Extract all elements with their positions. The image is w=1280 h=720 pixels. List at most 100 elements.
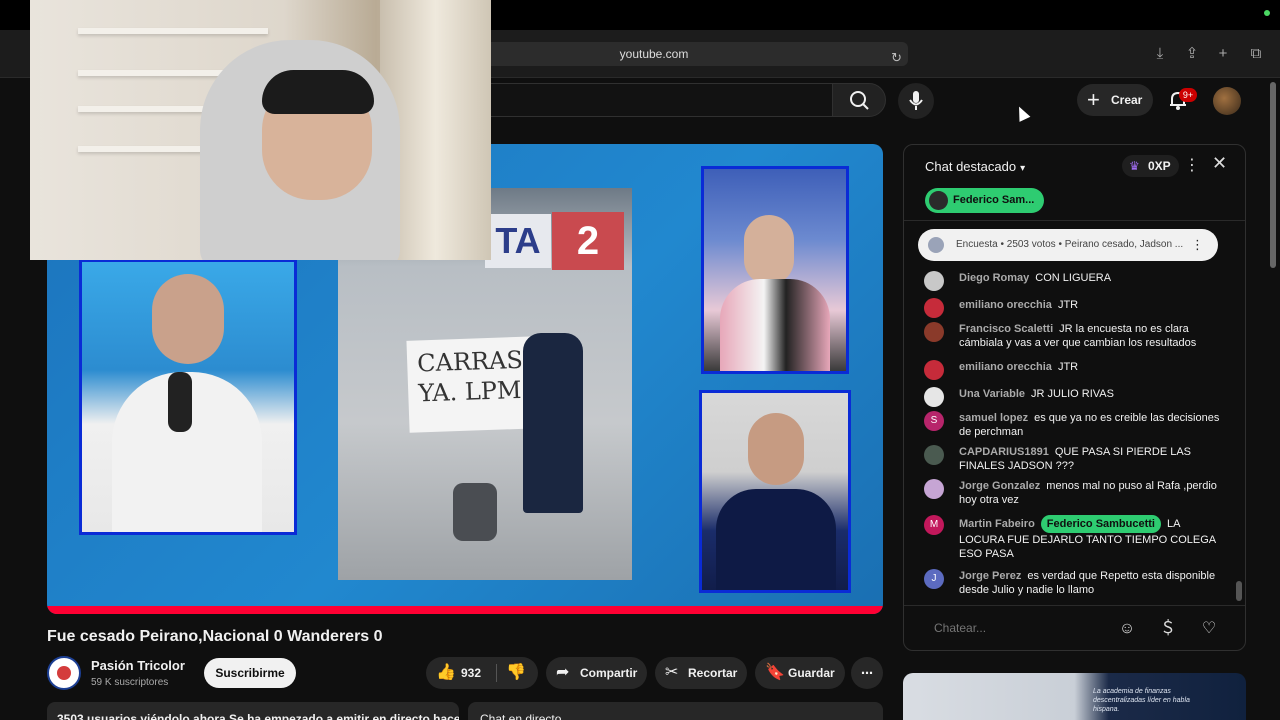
account-avatar[interactable] (1213, 87, 1241, 115)
shelf (78, 28, 268, 34)
description-teaser[interactable]: 3503 usuarios viéndolo ahora Se ha empez… (47, 702, 459, 720)
guest-1-body (720, 279, 830, 371)
streamer-hair (262, 70, 374, 114)
pinned-donor-chip[interactable]: Federico Sam... (925, 188, 1045, 213)
donor-name: Federico Sam... (953, 194, 1035, 206)
like-icon[interactable]: 👍 (436, 657, 456, 689)
donor-avatar (929, 191, 948, 210)
stand-sign-number: 2 (552, 212, 624, 270)
emoji-icon[interactable]: ☺ (1116, 618, 1138, 640)
url-text: youtube.com (619, 47, 689, 61)
share-button[interactable]: ➦ Compartir (546, 657, 647, 689)
share-arrow-icon: ➦ (556, 664, 570, 681)
chat-avatar (924, 271, 944, 291)
poll-menu-icon[interactable]: ⋮ (1191, 229, 1204, 261)
like-count[interactable]: 932 (461, 666, 481, 680)
chat-mode-selector[interactable]: Chat destacado ▾ (925, 159, 1025, 174)
chat-title: Chat destacado (925, 159, 1017, 174)
person-silhouette (523, 333, 583, 513)
studio-mic-icon (168, 372, 192, 432)
chat-author[interactable]: Una Variable (959, 388, 1025, 400)
search-icon (850, 91, 869, 110)
xp-value: 0XP (1148, 159, 1171, 173)
backpack (453, 483, 497, 541)
stand-sign-letters: TA (485, 214, 551, 268)
chat-avatar: M (924, 515, 944, 535)
subscribe-button[interactable]: Suscribirme (204, 658, 296, 688)
scissors-icon: ✂ (665, 664, 679, 681)
mic-icon (909, 91, 923, 110)
reload-icon[interactable]: ↻ (891, 46, 902, 70)
chat-author[interactable]: emiliano orecchia (959, 361, 1052, 373)
chat-menu-icon[interactable]: ⋮ (1184, 155, 1200, 175)
chat-author[interactable]: CAPDARIUS1891 (959, 446, 1049, 458)
search-button[interactable] (832, 83, 886, 117)
chat-message: Una Variable JR JULIO RIVAS (924, 387, 1224, 407)
more-actions-button[interactable]: ⋯ (851, 657, 883, 689)
chat-author[interactable]: samuel lopez (959, 412, 1028, 424)
chat-message: emiliano orecchia JTR (924, 360, 1224, 380)
voice-search-button[interactable] (898, 83, 934, 119)
chat-message: J Jorge Perez es verdad que Repetto esta … (924, 569, 1224, 597)
heart-icon[interactable]: ♡ (1198, 618, 1220, 640)
chat-replay-panel[interactable]: Chat en directo (468, 702, 883, 720)
chat-input[interactable] (922, 613, 1122, 643)
bookmark-icon: 🔖 (765, 664, 785, 681)
recording-indicator (1264, 10, 1270, 16)
chat-header: Chat destacado ▾ ♛ 0XP ⋮ ✕ Federico Sam..… (904, 145, 1245, 221)
page-scrollbar[interactable] (1270, 82, 1276, 268)
webcam-overlay (30, 0, 491, 260)
chat-author[interactable]: Jorge Gonzalez (959, 480, 1040, 492)
poll-avatar (928, 237, 944, 253)
new-tab-icon[interactable]: + (1212, 43, 1234, 65)
donor-badge: Federico Sambucetti (1040, 515, 1161, 533)
chevron-down-icon: ▾ (1020, 163, 1026, 174)
subscriber-count: 59 K suscriptores (91, 677, 169, 688)
share-icon[interactable]: ⇪ (1181, 43, 1203, 65)
chat-author[interactable]: emiliano orecchia (959, 299, 1052, 311)
save-button[interactable]: 🔖 Guardar (755, 657, 845, 689)
tabs-overview-icon[interactable]: ⧉ (1245, 43, 1267, 65)
chat-message: Jorge Gonzalez menos mal no puso al Rafa … (924, 479, 1224, 507)
chat-author[interactable]: Martin Fabeiro (959, 518, 1035, 530)
chat-author[interactable]: Diego Romay (959, 272, 1029, 284)
guest-video-frame-1 (701, 166, 849, 374)
chat-author[interactable]: Jorge Perez (959, 570, 1021, 582)
chat-avatar (924, 298, 944, 318)
clip-button[interactable]: ✂ Recortar (655, 657, 747, 689)
live-chat-panel: Chat destacado ▾ ♛ 0XP ⋮ ✕ Federico Sam..… (903, 144, 1246, 651)
chat-message: CAPDARIUS1891 QUE PASA SI PIERDE LAS FINA… (924, 445, 1224, 473)
download-icon[interactable]: ⤓ (1149, 43, 1171, 65)
progress-bar[interactable] (47, 606, 883, 614)
guest-1-head (744, 215, 794, 285)
guest-2-body (716, 489, 836, 590)
chat-avatar: J (924, 569, 944, 589)
crown-icon: ♛ (1129, 159, 1140, 173)
host-head (152, 274, 224, 364)
chat-avatar (924, 360, 944, 380)
guest-2-head (748, 413, 804, 485)
chat-message: Francisco Scaletti JR la encuesta no es c… (924, 322, 1224, 350)
chat-avatar (924, 322, 944, 342)
clip-label: Recortar (688, 666, 738, 680)
close-icon[interactable]: ✕ (1212, 153, 1227, 174)
channel-avatar[interactable] (47, 656, 81, 690)
create-button[interactable]: + Crear (1077, 84, 1153, 116)
dislike-icon[interactable]: 👎 (506, 657, 526, 689)
sidebar-ad[interactable]: La academia de finanzas descentralizadas… (903, 673, 1246, 720)
chat-text: JTR (1057, 361, 1079, 373)
more-horizontal-icon: ⋯ (861, 666, 873, 680)
channel-name[interactable]: Pasión Tricolor (91, 658, 185, 673)
super-chat-icon[interactable]: ＄ (1157, 618, 1179, 640)
chat-author[interactable]: Francisco Scaletti (959, 323, 1053, 335)
like-dislike-group: 👍 932 👎 (426, 657, 538, 689)
poll-banner[interactable]: Encuesta • 2503 votos • Peirano cesado, … (918, 229, 1218, 261)
chat-input-divider (904, 605, 1245, 606)
notification-count-badge: 9+ (1179, 88, 1197, 102)
xp-badge[interactable]: ♛ 0XP (1122, 155, 1179, 177)
chat-scrollbar[interactable] (1236, 581, 1242, 601)
chat-text: JR JULIO RIVAS (1031, 388, 1114, 400)
chat-message: emiliano orecchia JTR (924, 298, 1224, 318)
video-title: Fue cesado Peirano,Nacional 0 Wanderers … (47, 628, 383, 645)
chat-avatar (924, 387, 944, 407)
